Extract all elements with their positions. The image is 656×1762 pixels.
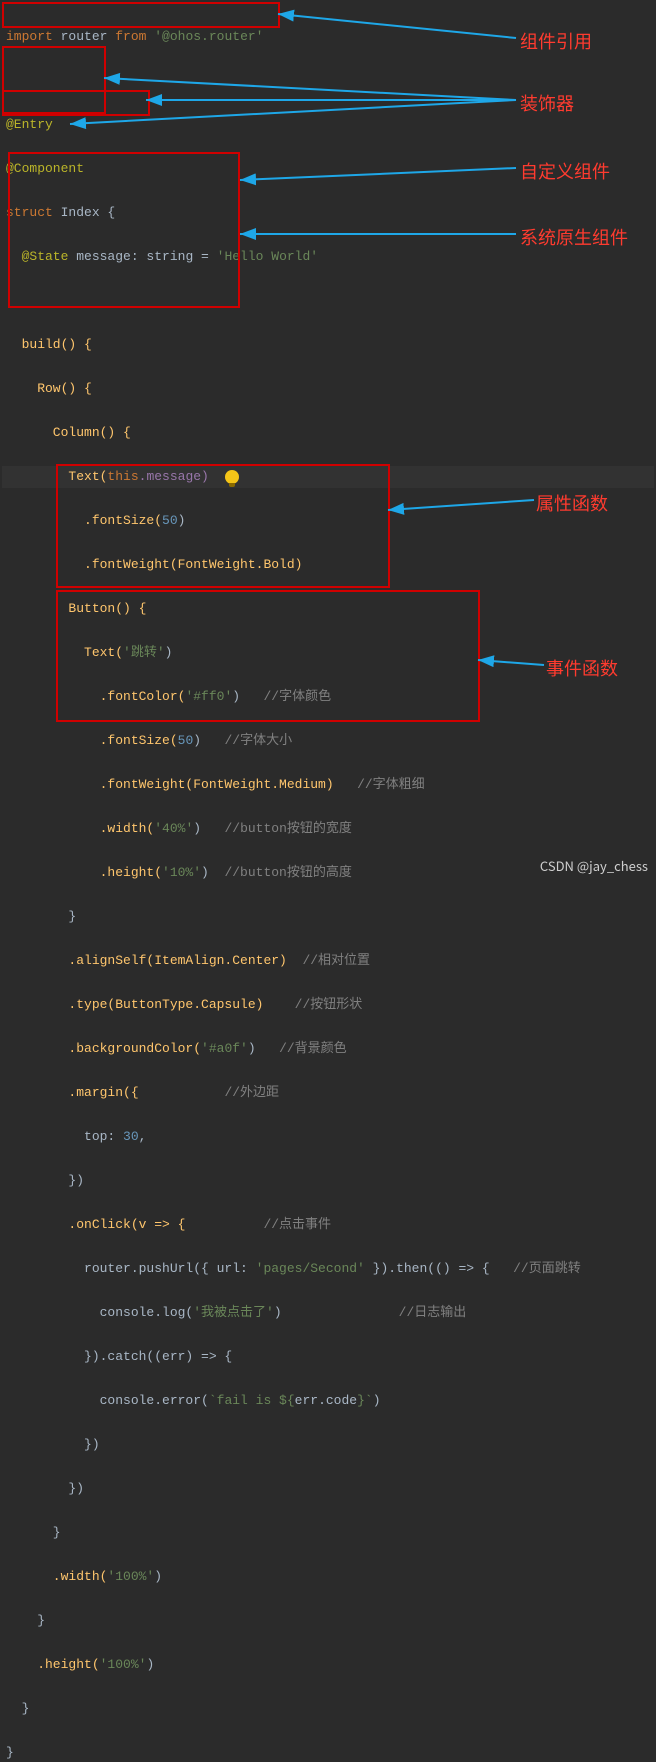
code-line: } — [2, 1742, 654, 1762]
code-line: } — [2, 906, 654, 928]
code-editor[interactable]: import router from '@ohos.router' @Entry… — [0, 0, 656, 1762]
annotation-label-attr: 属性函数 — [536, 490, 608, 516]
annotation-label-import: 组件引用 — [520, 28, 592, 54]
code-line — [2, 70, 654, 92]
code-line-highlighted: Text(this.message) — [2, 466, 654, 488]
annotation-label-native: 系统原生组件 — [520, 224, 628, 250]
code-line: router.pushUrl({ url: 'pages/Second' }).… — [2, 1258, 654, 1280]
code-line: .fontColor('#ff0') //字体颜色 — [2, 686, 654, 708]
code-line: .height('100%') — [2, 1654, 654, 1676]
code-line: struct Index { — [2, 202, 654, 224]
code-line: @Entry — [2, 114, 654, 136]
code-line: console.log('我被点击了') //日志输出 — [2, 1302, 654, 1324]
annotation-label-decorator: 装饰器 — [520, 90, 574, 116]
code-line: Column() { — [2, 422, 654, 444]
code-line: Button() { — [2, 598, 654, 620]
code-line: .margin({ //外边距 — [2, 1082, 654, 1104]
code-line: }) — [2, 1434, 654, 1456]
code-line: build() { — [2, 334, 654, 356]
code-line: top: 30, — [2, 1126, 654, 1148]
annotation-label-custom: 自定义组件 — [520, 158, 610, 184]
code-line: .fontWeight(FontWeight.Bold) — [2, 554, 654, 576]
code-line: .backgroundColor('#a0f') //背景颜色 — [2, 1038, 654, 1060]
code-line: .fontSize(50) //字体大小 — [2, 730, 654, 752]
code-line: .width('100%') — [2, 1566, 654, 1588]
code-line: Row() { — [2, 378, 654, 400]
code-line: }) — [2, 1170, 654, 1192]
code-line: console.error(`fail is ${err.code}`) — [2, 1390, 654, 1412]
watermark: CSDN @jay_chess — [540, 856, 648, 875]
code-line: }).catch((err) => { — [2, 1346, 654, 1368]
code-line — [2, 290, 654, 312]
annotation-label-event: 事件函数 — [546, 655, 618, 681]
code-line: } — [2, 1610, 654, 1632]
code-line: .alignSelf(ItemAlign.Center) //相对位置 — [2, 950, 654, 972]
code-line: .width('40%') //button按钮的宽度 — [2, 818, 654, 840]
code-line: } — [2, 1522, 654, 1544]
lightbulb-icon[interactable] — [225, 470, 239, 484]
code-line: } — [2, 1698, 654, 1720]
code-line: .type(ButtonType.Capsule) //按钮形状 — [2, 994, 654, 1016]
code-line: .onClick(v => { //点击事件 — [2, 1214, 654, 1236]
code-line: .fontWeight(FontWeight.Medium) //字体粗细 — [2, 774, 654, 796]
code-line: }) — [2, 1478, 654, 1500]
